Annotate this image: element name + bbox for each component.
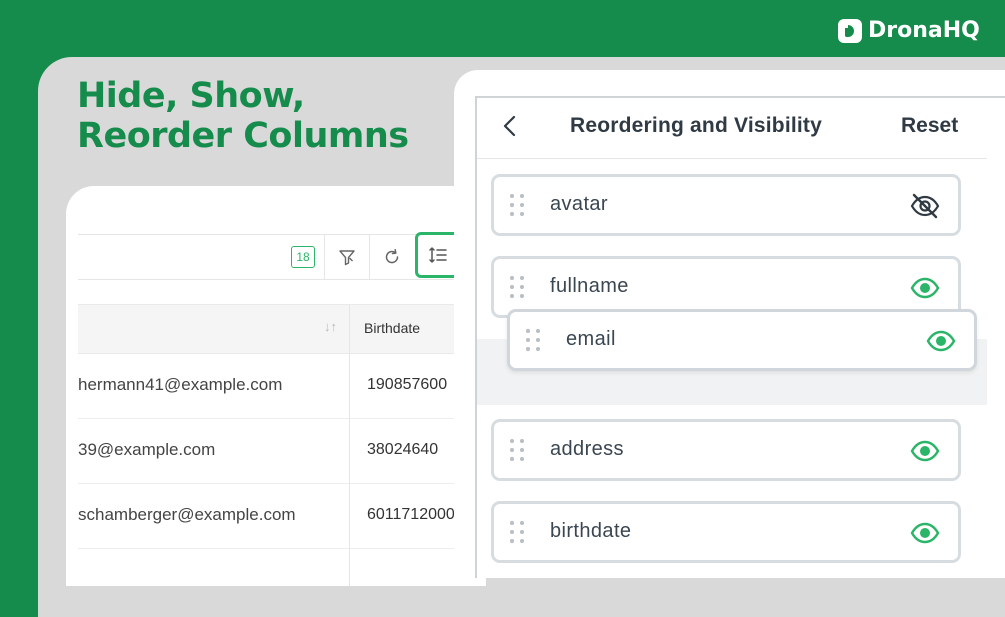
filter-button[interactable] bbox=[324, 235, 369, 279]
table-row[interactable]: 39@example.com 38024640 bbox=[78, 418, 478, 484]
eye-icon[interactable] bbox=[910, 438, 940, 464]
refresh-button[interactable] bbox=[369, 235, 414, 279]
headline-line-2: Reorder Columns bbox=[77, 116, 409, 156]
table-row[interactable]: schamberger@example.com 6011712000 bbox=[78, 483, 478, 549]
eye-hidden-icon[interactable] bbox=[910, 193, 940, 219]
row-count-badge-container: 18 bbox=[281, 235, 325, 279]
panel-header: Reordering and Visibility Reset bbox=[477, 98, 987, 159]
drag-handle-icon[interactable] bbox=[526, 329, 542, 353]
cell-email: 39@example.com bbox=[78, 440, 216, 459]
filter-icon bbox=[339, 250, 355, 266]
drag-handle-icon[interactable] bbox=[510, 276, 526, 300]
sort-columns-icon bbox=[429, 247, 447, 263]
dronahq-logo-icon bbox=[838, 18, 862, 43]
column-item-email-dragging[interactable]: email bbox=[507, 309, 977, 371]
cell-birthdate bbox=[349, 548, 467, 586]
page-headline: Hide, Show, Reorder Columns bbox=[77, 76, 409, 156]
column-item-avatar[interactable]: avatar bbox=[491, 174, 961, 236]
drag-handle-icon[interactable] bbox=[510, 194, 526, 218]
eye-icon[interactable] bbox=[926, 328, 956, 354]
table-row[interactable] bbox=[78, 548, 478, 586]
cell-email: schamberger@example.com bbox=[78, 505, 296, 524]
drag-handle-icon[interactable] bbox=[510, 521, 526, 545]
refresh-icon bbox=[385, 249, 399, 264]
column-settings-panel: Reordering and Visibility Reset avatar f… bbox=[475, 96, 1005, 578]
reset-button[interactable]: Reset bbox=[901, 114, 958, 138]
column-label: email bbox=[566, 328, 616, 350]
brand-logo: DronaHQ bbox=[838, 18, 980, 43]
headline-line-1: Hide, Show, bbox=[77, 76, 305, 116]
cell-email: hermann41@example.com bbox=[78, 375, 283, 394]
column-label: avatar bbox=[550, 193, 608, 215]
table-row[interactable]: hermann41@example.com 190857600 bbox=[78, 353, 478, 419]
eye-icon[interactable] bbox=[910, 520, 940, 546]
cell-birthdate: 190857600 bbox=[349, 353, 467, 418]
table-card: 18 ↓↑ Birthdate hermann41@example.com 19… bbox=[66, 186, 486, 586]
eye-icon[interactable] bbox=[910, 275, 940, 301]
column-label: birthdate bbox=[550, 520, 632, 542]
back-arrow-icon[interactable] bbox=[501, 114, 519, 138]
column-item-address[interactable]: address bbox=[491, 419, 961, 481]
drag-handle-icon[interactable] bbox=[510, 439, 526, 463]
cell-birthdate: 6011712000 bbox=[349, 483, 467, 548]
sort-icon[interactable]: ↓↑ bbox=[324, 319, 337, 334]
table-header: ↓↑ Birthdate bbox=[78, 304, 478, 354]
row-count-badge: 18 bbox=[291, 246, 315, 268]
column-label: fullname bbox=[550, 275, 629, 297]
table-toolbar: 18 bbox=[78, 232, 461, 280]
brand-name: DronaHQ bbox=[868, 18, 980, 43]
column-item-birthdate[interactable]: birthdate bbox=[491, 501, 961, 563]
cell-birthdate: 38024640 bbox=[349, 418, 467, 483]
panel-title: Reordering and Visibility bbox=[570, 114, 822, 137]
column-label: address bbox=[550, 438, 624, 460]
